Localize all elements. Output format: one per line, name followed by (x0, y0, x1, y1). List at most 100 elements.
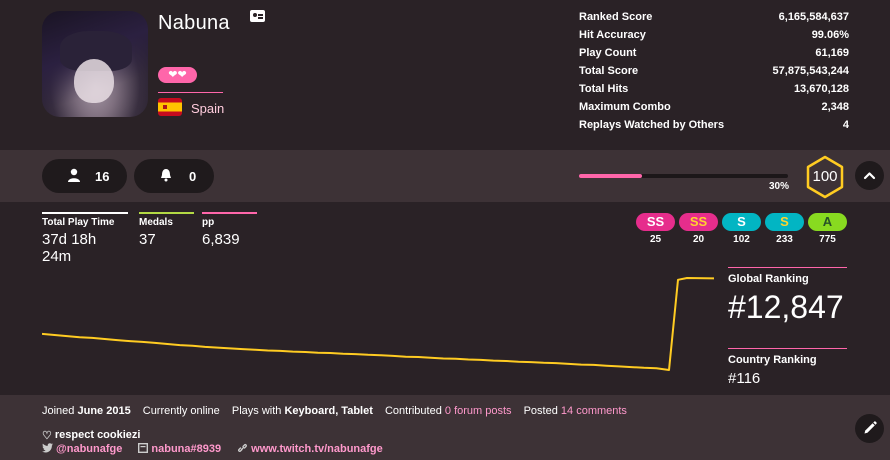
stat-value: 61,169 (815, 47, 849, 59)
heart-icon: ♡ (42, 430, 52, 442)
stat-value: 6,165,584,637 (778, 11, 849, 23)
stat-label: Total Hits (579, 83, 629, 95)
chevron-up-icon (863, 172, 876, 180)
profile-info-line: Joined June 2015 Currently online Plays … (42, 405, 636, 417)
stat-label: Total Score (579, 65, 639, 77)
stats-list: Ranked Score 6,165,584,637 Hit Accuracy 99… (579, 10, 849, 136)
friends-button[interactable]: 16 (42, 159, 127, 193)
pp-block: pp 6,839 (202, 212, 257, 248)
grade-item: SS 25 (636, 213, 675, 245)
grade-badge: SS (636, 213, 675, 231)
grade-badge: SS (679, 213, 718, 231)
global-ranking-bar (728, 267, 847, 268)
joined-prefix: Joined (42, 405, 75, 417)
rank-history-line (42, 277, 715, 371)
level-progress-text: 30% (769, 181, 790, 192)
comments-link[interactable]: 14 comments (561, 405, 627, 417)
pp-label: pp (202, 217, 215, 228)
rank-history-graph[interactable] (42, 270, 722, 380)
supporter-badge[interactable]: ❤❤ (158, 67, 197, 83)
forum-posts-link[interactable]: 0 forum posts (445, 405, 512, 417)
interests-text: respect cookiezi (54, 429, 141, 441)
stat-label: Play Count (579, 47, 637, 59)
discord-link[interactable]: nabuna#8939 (138, 443, 224, 455)
twitter-icon (42, 443, 53, 453)
grade-item: SS 20 (679, 213, 718, 245)
grade-count: 102 (733, 234, 750, 245)
pp-value: 6,839 (202, 231, 240, 248)
stat-value: 99.06% (811, 29, 849, 41)
stat-label: Maximum Combo (579, 101, 671, 113)
grade-count: 233 (776, 234, 793, 245)
level-number: 100 (812, 168, 838, 185)
country-ranking-value: #116 (728, 370, 761, 387)
joined-date: June 2015 (77, 405, 131, 417)
country-ranking-bar (728, 348, 847, 349)
stat-value: 2,348 (821, 101, 849, 113)
global-ranking-value: #12,847 (728, 289, 844, 325)
follow-notifications-button[interactable]: 0 (134, 159, 214, 193)
play-time-block: Total Play Time 37d 18h 24m (42, 212, 128, 265)
stat-value: 13,670,128 (793, 83, 849, 95)
grade-count: 25 (649, 234, 662, 245)
stat-row: Play Count 61,169 (579, 46, 849, 64)
online-status: Currently online (142, 405, 220, 417)
profile-info-footer: Joined June 2015 Currently online Plays … (0, 395, 890, 460)
play-time-value: 37d 18h 24m (42, 231, 97, 265)
stat-row: Total Score 57,875,543,244 (579, 64, 849, 82)
grade-count: 20 (692, 234, 705, 245)
collapse-button[interactable] (855, 161, 884, 190)
play-time-bar (42, 212, 128, 214)
posted-info: Posted 14 comments (524, 405, 627, 417)
website-link[interactable]: www.twitch.tv/nabunafge (237, 443, 383, 455)
followers-count: 0 (189, 169, 197, 184)
bell-icon (161, 169, 171, 182)
avatar[interactable] (42, 11, 148, 117)
grade-item: A 775 (808, 213, 847, 245)
level-progress-fill (579, 174, 642, 178)
grade-badge: S (722, 213, 761, 231)
edit-profile-button[interactable] (855, 414, 884, 443)
user-card-icon[interactable] (250, 10, 265, 22)
level-progress-bar (579, 174, 788, 178)
country-ranking-label: Country Ranking (728, 354, 817, 366)
stat-row: Ranked Score 6,165,584,637 (579, 10, 849, 28)
grade-item: S 102 (722, 213, 761, 245)
stat-label: Hit Accuracy (579, 29, 646, 41)
header-divider (158, 92, 223, 93)
contributed-prefix: Contributed (384, 405, 442, 417)
stat-row: Total Hits 13,670,128 (579, 82, 849, 100)
interests-line: ♡ respect cookiezi (42, 429, 140, 442)
profile-header: Nabuna ❤❤ Spain Ranked Score 6,165,584,63… (0, 0, 890, 150)
grade-counts: SS 25 SS 20 S 102 S 233 A 775 (636, 213, 847, 245)
avatar-face (74, 59, 114, 103)
stat-row: Replays Watched by Others 4 (579, 118, 849, 136)
posted-prefix: Posted (523, 405, 558, 417)
plays-with-prefix: Plays with (231, 405, 282, 417)
pp-bar (202, 212, 257, 214)
pencil-icon (864, 421, 877, 434)
plays-with-info: Plays with Keyboard, Tablet (232, 405, 373, 417)
country-ranking: Country Ranking #116 (728, 348, 847, 387)
medals-value: 37 (139, 231, 156, 248)
level-badge: 100 (805, 155, 845, 199)
joined-info: Joined June 2015 (42, 405, 131, 417)
country-name[interactable]: Spain (191, 101, 224, 116)
twitter-link[interactable]: @nabunafge (42, 443, 125, 455)
stat-label: Ranked Score (579, 11, 653, 23)
links-line: @nabunafge nabuna#8939 www.twitch.tv/nab… (42, 443, 396, 455)
friends-count: 16 (95, 169, 110, 184)
stat-value: 4 (842, 119, 849, 131)
global-ranking-label: Global Ranking (728, 273, 809, 285)
contributed-info: Contributed 0 forum posts (385, 405, 512, 417)
medals-block: Medals 37 (139, 212, 194, 248)
stat-row: Maximum Combo 2,348 (579, 100, 849, 118)
medals-bar (139, 212, 194, 214)
grade-badge: A (808, 213, 847, 231)
user-icon (68, 168, 80, 182)
website-url: www.twitch.tv/nabunafge (251, 443, 383, 455)
stat-value: 57,875,543,244 (772, 65, 849, 77)
plays-with-devices: Keyboard, Tablet (284, 405, 373, 417)
grade-badge: S (765, 213, 804, 231)
spain-flag-icon[interactable] (158, 98, 182, 116)
